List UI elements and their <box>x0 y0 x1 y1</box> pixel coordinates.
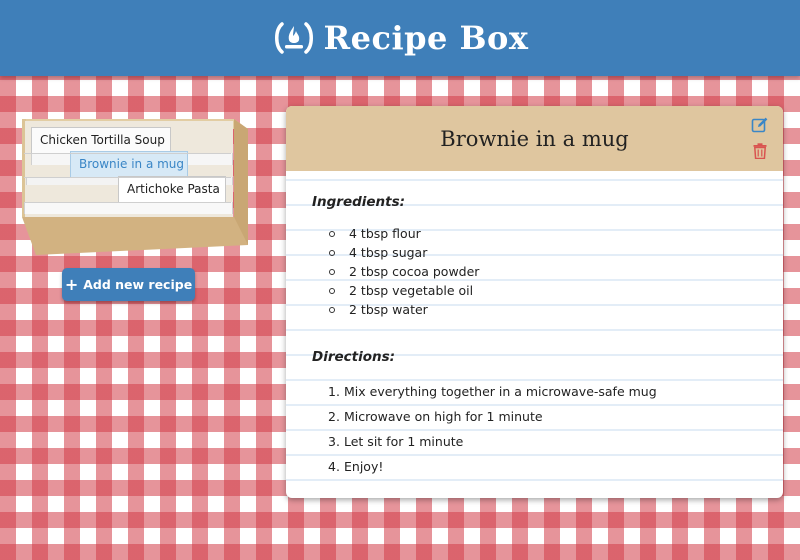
step-text: Let sit for 1 minute <box>344 434 464 449</box>
card-divider <box>24 202 231 203</box>
step-number: 2. <box>328 409 340 424</box>
recipe-card-back-3 <box>24 202 233 214</box>
list-item: 2 tbsp vegetable oil <box>322 281 479 300</box>
list-item: 1. Mix everything together in a microwave… <box>322 379 657 404</box>
bullet-icon <box>329 250 335 256</box>
step-text: Microwave on high for 1 minute <box>344 409 543 424</box>
recipe-tab-artichoke-pasta[interactable]: Artichoke Pasta <box>118 176 226 202</box>
app-title: Recipe Box <box>323 19 529 57</box>
ingredient-text: 4 tbsp flour <box>349 226 421 241</box>
list-item: 4 tbsp sugar <box>322 243 479 262</box>
list-item: 3. Let sit for 1 minute <box>322 429 657 454</box>
trash-icon[interactable] <box>753 143 767 159</box>
step-number: 3. <box>328 434 340 449</box>
recipe-box: Chicken Tortilla Soup Brownie in a mug A… <box>22 117 248 257</box>
step-text: Mix everything together in a microwave-s… <box>344 384 657 399</box>
recipe-tab-chicken-tortilla-soup[interactable]: Chicken Tortilla Soup <box>31 127 171 153</box>
directions-heading: Directions: <box>312 349 396 365</box>
recipe-tab-brownie-in-a-mug[interactable]: Brownie in a mug <box>70 151 188 177</box>
card-divider <box>24 153 231 154</box>
list-item: 4 tbsp flour <box>322 224 479 243</box>
directions-list: 1. Mix everything together in a microwave… <box>322 379 657 479</box>
app-header: Recipe Box <box>0 0 800 76</box>
ingredient-text: 2 tbsp water <box>349 302 428 317</box>
list-item: 4. Enjoy! <box>322 454 657 479</box>
list-item: 2 tbsp cocoa powder <box>322 262 479 281</box>
bullet-icon <box>329 307 335 313</box>
edit-icon[interactable] <box>751 116 769 134</box>
list-item: 2 tbsp water <box>322 300 479 319</box>
ingredients-heading: Ingredients: <box>312 194 406 210</box>
bullet-icon <box>329 288 335 294</box>
ingredient-text: 4 tbsp sugar <box>349 245 428 260</box>
card-divider <box>24 177 231 178</box>
bullet-icon <box>329 231 335 237</box>
bullet-icon <box>329 269 335 275</box>
recipe-card-header: Brownie in a mug <box>286 106 783 171</box>
recipe-title: Brownie in a mug <box>440 126 629 151</box>
ingredient-text: 2 tbsp vegetable oil <box>349 283 474 298</box>
add-recipe-button[interactable]: + Add new recipe <box>62 268 195 301</box>
step-number: 1. <box>328 384 340 399</box>
ingredient-text: 2 tbsp cocoa powder <box>349 264 480 279</box>
campfire-icon <box>274 22 313 54</box>
add-recipe-label: Add new recipe <box>83 277 193 292</box>
list-item: 2. Microwave on high for 1 minute <box>322 404 657 429</box>
plus-icon: + <box>64 275 79 294</box>
ingredients-list: 4 tbsp flour 4 tbsp sugar 2 tbsp cocoa p… <box>322 224 479 319</box>
step-number: 4. <box>328 459 340 474</box>
step-text: Enjoy! <box>344 459 384 474</box>
